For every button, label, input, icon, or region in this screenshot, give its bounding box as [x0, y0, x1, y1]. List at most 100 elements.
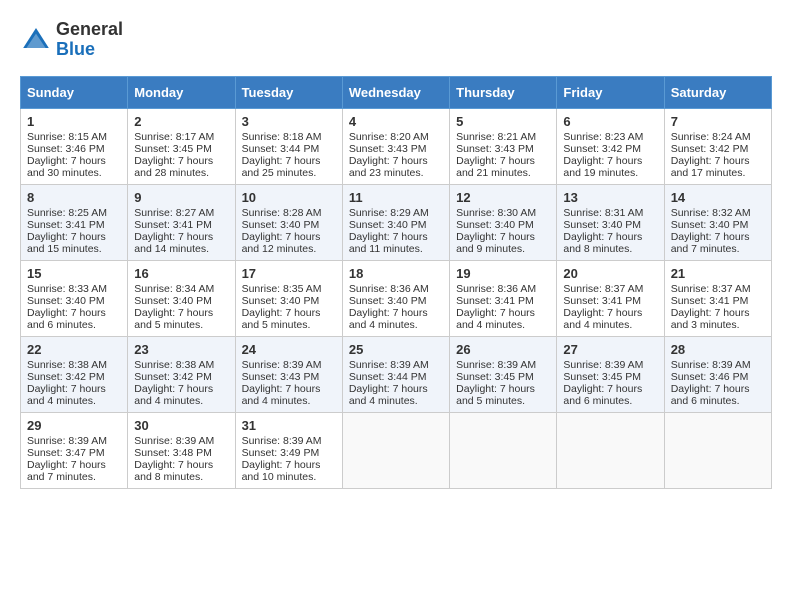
sunrise-text: Sunrise: 8:39 AM [27, 435, 107, 447]
calendar-day-cell: 24Sunrise: 8:39 AMSunset: 3:43 PMDayligh… [235, 336, 342, 412]
logo-general: General [56, 19, 123, 39]
sunset-text: Sunset: 3:40 PM [349, 295, 427, 307]
day-number: 9 [134, 190, 228, 205]
sunset-text: Sunset: 3:42 PM [563, 143, 641, 155]
sunrise-text: Sunrise: 8:20 AM [349, 131, 429, 143]
logo-text: General Blue [56, 20, 123, 60]
sunset-text: Sunset: 3:44 PM [349, 371, 427, 383]
day-number: 26 [456, 342, 550, 357]
daylight-text: Daylight: 7 hours and 4 minutes. [134, 383, 213, 407]
calendar-week-row: 15Sunrise: 8:33 AMSunset: 3:40 PMDayligh… [21, 260, 772, 336]
sunrise-text: Sunrise: 8:32 AM [671, 207, 751, 219]
sunrise-text: Sunrise: 8:17 AM [134, 131, 214, 143]
calendar-col-header: Tuesday [235, 76, 342, 108]
day-number: 5 [456, 114, 550, 129]
day-number: 31 [242, 418, 336, 433]
daylight-text: Daylight: 7 hours and 7 minutes. [27, 459, 106, 483]
sunset-text: Sunset: 3:40 PM [456, 219, 534, 231]
daylight-text: Daylight: 7 hours and 4 minutes. [349, 307, 428, 331]
calendar-day-cell [557, 412, 664, 488]
calendar-day-cell: 15Sunrise: 8:33 AMSunset: 3:40 PMDayligh… [21, 260, 128, 336]
day-number: 12 [456, 190, 550, 205]
day-number: 4 [349, 114, 443, 129]
sunrise-text: Sunrise: 8:37 AM [563, 283, 643, 295]
daylight-text: Daylight: 7 hours and 4 minutes. [242, 383, 321, 407]
day-number: 18 [349, 266, 443, 281]
daylight-text: Daylight: 7 hours and 6 minutes. [563, 383, 642, 407]
day-number: 20 [563, 266, 657, 281]
calendar-day-cell: 17Sunrise: 8:35 AMSunset: 3:40 PMDayligh… [235, 260, 342, 336]
day-number: 23 [134, 342, 228, 357]
calendar-col-header: Wednesday [342, 76, 449, 108]
sunset-text: Sunset: 3:40 PM [563, 219, 641, 231]
calendar-day-cell: 18 Sunrise: 8:36 AMSunset: 3:40 PMDayligh… [342, 260, 449, 336]
sunrise-text: Sunrise: 8:39 AM [671, 359, 751, 371]
calendar-week-row: 29 Sunrise: 8:39 AMSunset: 3:47 PMDayligh… [21, 412, 772, 488]
generalblue-logo-icon [20, 24, 52, 56]
calendar-day-cell: 8Sunrise: 8:25 AMSunset: 3:41 PMDaylight… [21, 184, 128, 260]
day-number: 7 [671, 114, 765, 129]
day-number: 29 [27, 418, 121, 433]
calendar-week-row: 22Sunrise: 8:38 AMSunset: 3:42 PMDayligh… [21, 336, 772, 412]
daylight-text: Daylight: 7 hours and 5 minutes. [134, 307, 213, 331]
sunrise-text: Sunrise: 8:35 AM [242, 283, 322, 295]
sunset-text: Sunset: 3:40 PM [242, 295, 320, 307]
sunset-text: Sunset: 3:40 PM [349, 219, 427, 231]
logo: General Blue [20, 20, 123, 60]
sunset-text: Sunset: 3:41 PM [134, 219, 212, 231]
daylight-text: Daylight: 7 hours and 17 minutes. [671, 155, 750, 179]
sunrise-text: Sunrise: 8:38 AM [134, 359, 214, 371]
sunset-text: Sunset: 3:45 PM [456, 371, 534, 383]
calendar-day-cell: 2Sunrise: 8:17 AMSunset: 3:45 PMDaylight… [128, 108, 235, 184]
calendar-day-cell: 13Sunrise: 8:31 AMSunset: 3:40 PMDayligh… [557, 184, 664, 260]
daylight-text: Daylight: 7 hours and 19 minutes. [563, 155, 642, 179]
sunset-text: Sunset: 3:42 PM [671, 143, 749, 155]
calendar-day-cell: 14Sunrise: 8:32 AMSunset: 3:40 PMDayligh… [664, 184, 771, 260]
sunset-text: Sunset: 3:43 PM [242, 371, 320, 383]
daylight-text: Daylight: 7 hours and 25 minutes. [242, 155, 321, 179]
calendar-day-cell: 22Sunrise: 8:38 AMSunset: 3:42 PMDayligh… [21, 336, 128, 412]
daylight-text: Daylight: 7 hours and 6 minutes. [27, 307, 106, 331]
sunset-text: Sunset: 3:46 PM [671, 371, 749, 383]
calendar-body: 1Sunrise: 8:15 AMSunset: 3:46 PMDaylight… [21, 108, 772, 488]
calendar-day-cell: 4Sunrise: 8:20 AMSunset: 3:43 PMDaylight… [342, 108, 449, 184]
calendar-col-header: Saturday [664, 76, 771, 108]
calendar-day-cell: 27Sunrise: 8:39 AMSunset: 3:45 PMDayligh… [557, 336, 664, 412]
daylight-text: Daylight: 7 hours and 7 minutes. [671, 231, 750, 255]
sunset-text: Sunset: 3:49 PM [242, 447, 320, 459]
sunset-text: Sunset: 3:44 PM [242, 143, 320, 155]
daylight-text: Daylight: 7 hours and 6 minutes. [671, 383, 750, 407]
daylight-text: Daylight: 7 hours and 4 minutes. [456, 307, 535, 331]
day-number: 19 [456, 266, 550, 281]
calendar-day-cell: 9 Sunrise: 8:27 AMSunset: 3:41 PMDaylight… [128, 184, 235, 260]
sunrise-text: Sunrise: 8:36 AM [349, 283, 429, 295]
sunset-text: Sunset: 3:42 PM [134, 371, 212, 383]
sunrise-text: Sunrise: 8:27 AM [134, 207, 214, 219]
sunset-text: Sunset: 3:41 PM [456, 295, 534, 307]
sunset-text: Sunset: 3:45 PM [134, 143, 212, 155]
daylight-text: Daylight: 7 hours and 3 minutes. [671, 307, 750, 331]
sunset-text: Sunset: 3:47 PM [27, 447, 105, 459]
sunset-text: Sunset: 3:43 PM [456, 143, 534, 155]
day-number: 1 [27, 114, 121, 129]
daylight-text: Daylight: 7 hours and 11 minutes. [349, 231, 428, 255]
sunset-text: Sunset: 3:40 PM [671, 219, 749, 231]
day-number: 11 [349, 190, 443, 205]
sunset-text: Sunset: 3:46 PM [27, 143, 105, 155]
calendar-week-row: 1Sunrise: 8:15 AMSunset: 3:46 PMDaylight… [21, 108, 772, 184]
sunrise-text: Sunrise: 8:21 AM [456, 131, 536, 143]
daylight-text: Daylight: 7 hours and 30 minutes. [27, 155, 106, 179]
calendar-day-cell: 31Sunrise: 8:39 AMSunset: 3:49 PMDayligh… [235, 412, 342, 488]
calendar-day-cell: 29 Sunrise: 8:39 AMSunset: 3:47 PMDayligh… [21, 412, 128, 488]
calendar-day-cell [342, 412, 449, 488]
logo-blue: Blue [56, 39, 95, 59]
daylight-text: Daylight: 7 hours and 28 minutes. [134, 155, 213, 179]
sunrise-text: Sunrise: 8:18 AM [242, 131, 322, 143]
sunrise-text: Sunrise: 8:25 AM [27, 207, 107, 219]
daylight-text: Daylight: 7 hours and 4 minutes. [563, 307, 642, 331]
daylight-text: Daylight: 7 hours and 4 minutes. [349, 383, 428, 407]
sunset-text: Sunset: 3:41 PM [671, 295, 749, 307]
sunset-text: Sunset: 3:48 PM [134, 447, 212, 459]
calendar-day-cell: 25Sunrise: 8:39 AMSunset: 3:44 PMDayligh… [342, 336, 449, 412]
daylight-text: Daylight: 7 hours and 14 minutes. [134, 231, 213, 255]
